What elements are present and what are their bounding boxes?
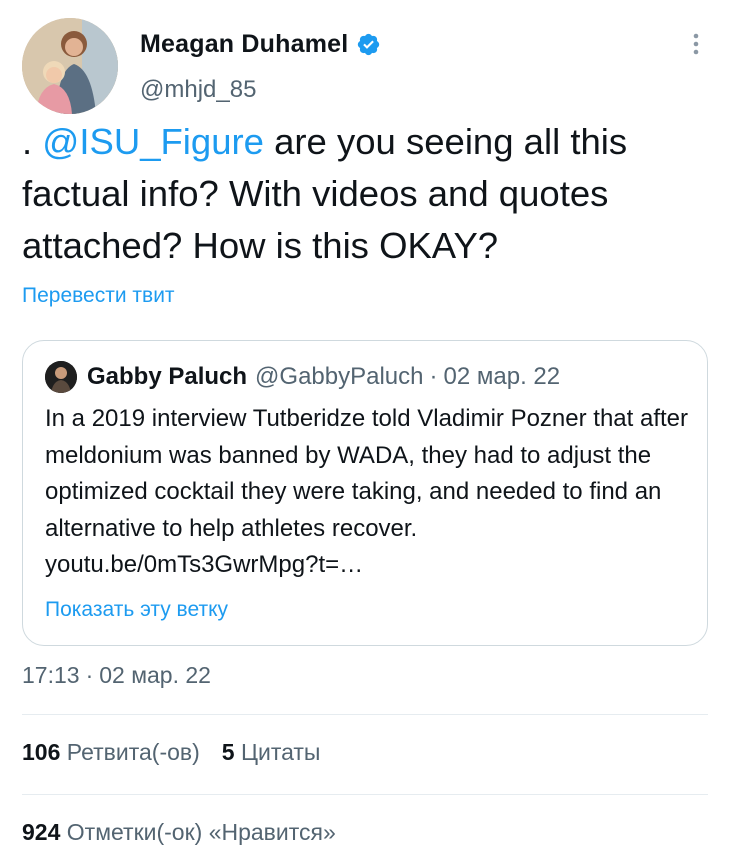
quoted-author-avatar [45,361,77,393]
retweets-label: Ретвита(-ов) [66,739,200,765]
author-handle[interactable]: @mhjd_85 [140,76,256,104]
avatar-photo [22,18,118,114]
author-name-row: Meagan Duhamel [140,30,381,59]
quoted-tweet-card[interactable]: Gabby Paluch @GabbyPaluch · 02 мар. 22 I… [22,340,708,646]
retweet-quote-stats: 106 Ретвита(-ов) 5 Цитаты [22,739,320,766]
tweet-text: . @ISU_Figure are you seeing all this fa… [22,116,712,272]
author-avatar[interactable] [22,18,118,114]
likes-label: Отметки(-ок) «Нравится» [66,819,336,845]
tweet-header: Meagan Duhamel @mhjd_85 [22,16,712,116]
divider [22,714,708,715]
tweet-text-prefix: . [22,121,43,162]
retweets-stat[interactable]: 106 Ретвита(-ов) [22,739,200,765]
mention-link[interactable]: @ISU_Figure [42,121,264,162]
likes-count: 924 [22,819,61,845]
quotes-stat[interactable]: 5 Цитаты [222,739,321,765]
timestamp-date: 02 мар. 22 [99,662,211,688]
quoted-text-body: In a 2019 interview Tutberidze told Vlad… [45,405,689,542]
tweet-timestamp[interactable]: 17:13 · 02 мар. 22 [22,662,211,689]
more-vertical-icon[interactable] [684,28,708,60]
quoted-separator: · [429,363,438,390]
quoted-tweet-text: In a 2019 interview Tutberidze told Vlad… [45,401,695,584]
timestamp-time: 17:13 [22,662,80,688]
translate-tweet-link[interactable]: Перевести твит [22,284,175,308]
quoted-tweet-header: Gabby Paluch @GabbyPaluch · 02 мар. 22 [45,361,560,393]
show-thread-link[interactable]: Показать эту ветку [45,598,228,622]
retweets-count: 106 [22,739,61,765]
divider [22,794,708,795]
likes-stat[interactable]: 924 Отметки(-ок) «Нравится» [22,819,336,846]
timestamp-separator: · [85,662,94,688]
verified-badge-icon [356,32,381,57]
quoted-date: 02 мар. 22 [443,363,561,390]
quoted-youtube-link[interactable]: youtu.be/0mTs3GwrMpg?t=… [45,551,363,578]
author-display-name[interactable]: Meagan Duhamel [140,30,348,59]
quoted-author-handle: @GabbyPaluch [255,363,424,390]
quotes-count: 5 [221,739,235,765]
quotes-label: Цитаты [240,739,321,765]
quoted-author-name: Gabby Paluch [87,363,248,390]
